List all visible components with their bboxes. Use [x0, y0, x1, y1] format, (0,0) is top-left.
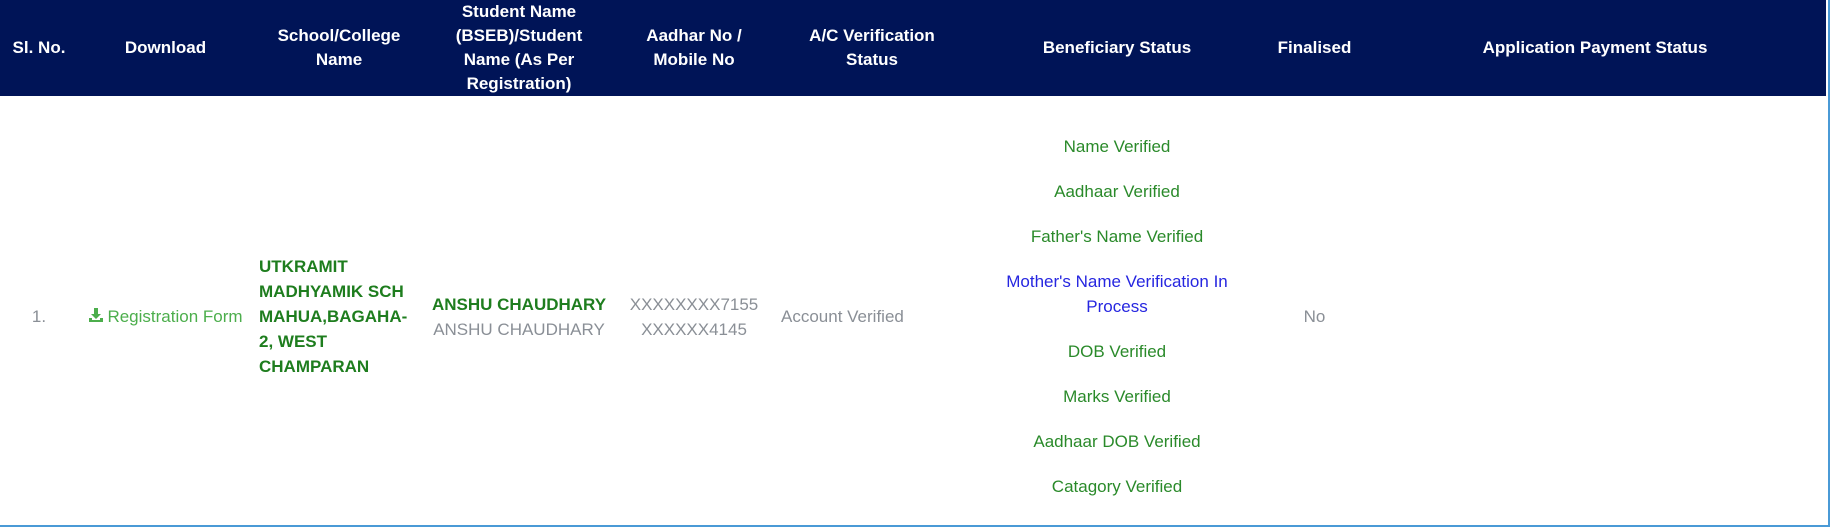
status-name-verified: Name Verified — [1063, 137, 1171, 156]
header-finalised: Finalised — [1265, 0, 1364, 96]
status-dob-verified: DOB Verified — [1067, 342, 1167, 361]
header-ac-status: A/C Verification Status — [775, 0, 969, 96]
cell-finalised: No — [1303, 307, 1326, 326]
header-school: School/College Name — [253, 0, 425, 96]
header-download: Download — [78, 0, 253, 96]
cell-school-name: UTKRAMIT MADHYAMIK SCH MAHUA,BAGAHA-2, W… — [259, 257, 408, 376]
status-aadhaar-dob-verified: Aadhaar DOB Verified — [1033, 432, 1201, 451]
beneficiary-status-list: Name Verified Aadhaar Verified Father's … — [975, 124, 1259, 509]
table-row: 1. Registration Form UTKRAMIT MADHYAMIK … — [0, 96, 1826, 525]
cell-ac-status: Account Verified — [781, 307, 904, 326]
aadhar-number: XXXXXXXX7155 — [629, 294, 759, 314]
header-payment: Application Payment Status — [1364, 0, 1826, 96]
beneficiary-table: Sl. No. Download School/College Name Stu… — [0, 0, 1826, 525]
status-aadhaar-verified: Aadhaar Verified — [1054, 182, 1180, 201]
mobile-number: XXXXXX4145 — [641, 319, 747, 339]
header-aadhar: Aadhar No / Mobile No — [613, 0, 775, 96]
cell-payment-status — [1364, 96, 1826, 525]
status-mother-name-in-process: Mother's Name Verification In Process — [1006, 272, 1228, 316]
cell-download: Registration Form — [78, 96, 253, 525]
cell-student-name: ANSHU CHAUDHARY ANSHU CHAUDHARY — [425, 96, 613, 525]
header-sl-no: Sl. No. — [0, 0, 78, 96]
download-icon — [89, 308, 104, 322]
student-name-bseb: ANSHU CHAUDHARY — [431, 294, 607, 314]
cell-beneficiary-status: Name Verified Aadhaar Verified Father's … — [969, 96, 1265, 525]
status-father-name-verified: Father's Name Verified — [1030, 227, 1204, 246]
cell-aadhar-mobile: XXXXXXXX7155 XXXXXX4145 — [613, 96, 775, 525]
table-header-row: Sl. No. Download School/College Name Stu… — [0, 0, 1826, 96]
registration-form-label: Registration Form — [107, 307, 243, 326]
header-student-name: Student Name (BSEB)/Student Name (As Per… — [425, 0, 613, 96]
student-name-registration: ANSHU CHAUDHARY — [433, 319, 605, 339]
header-beneficiary: Beneficiary Status — [969, 0, 1265, 96]
beneficiary-table-frame: Sl. No. Download School/College Name Stu… — [0, 0, 1830, 527]
registration-form-link[interactable]: Registration Form — [88, 304, 243, 329]
cell-sl-no: 1. — [31, 307, 47, 326]
status-marks-verified: Marks Verified — [1063, 387, 1171, 406]
status-category-verified: Catagory Verified — [1051, 477, 1183, 496]
